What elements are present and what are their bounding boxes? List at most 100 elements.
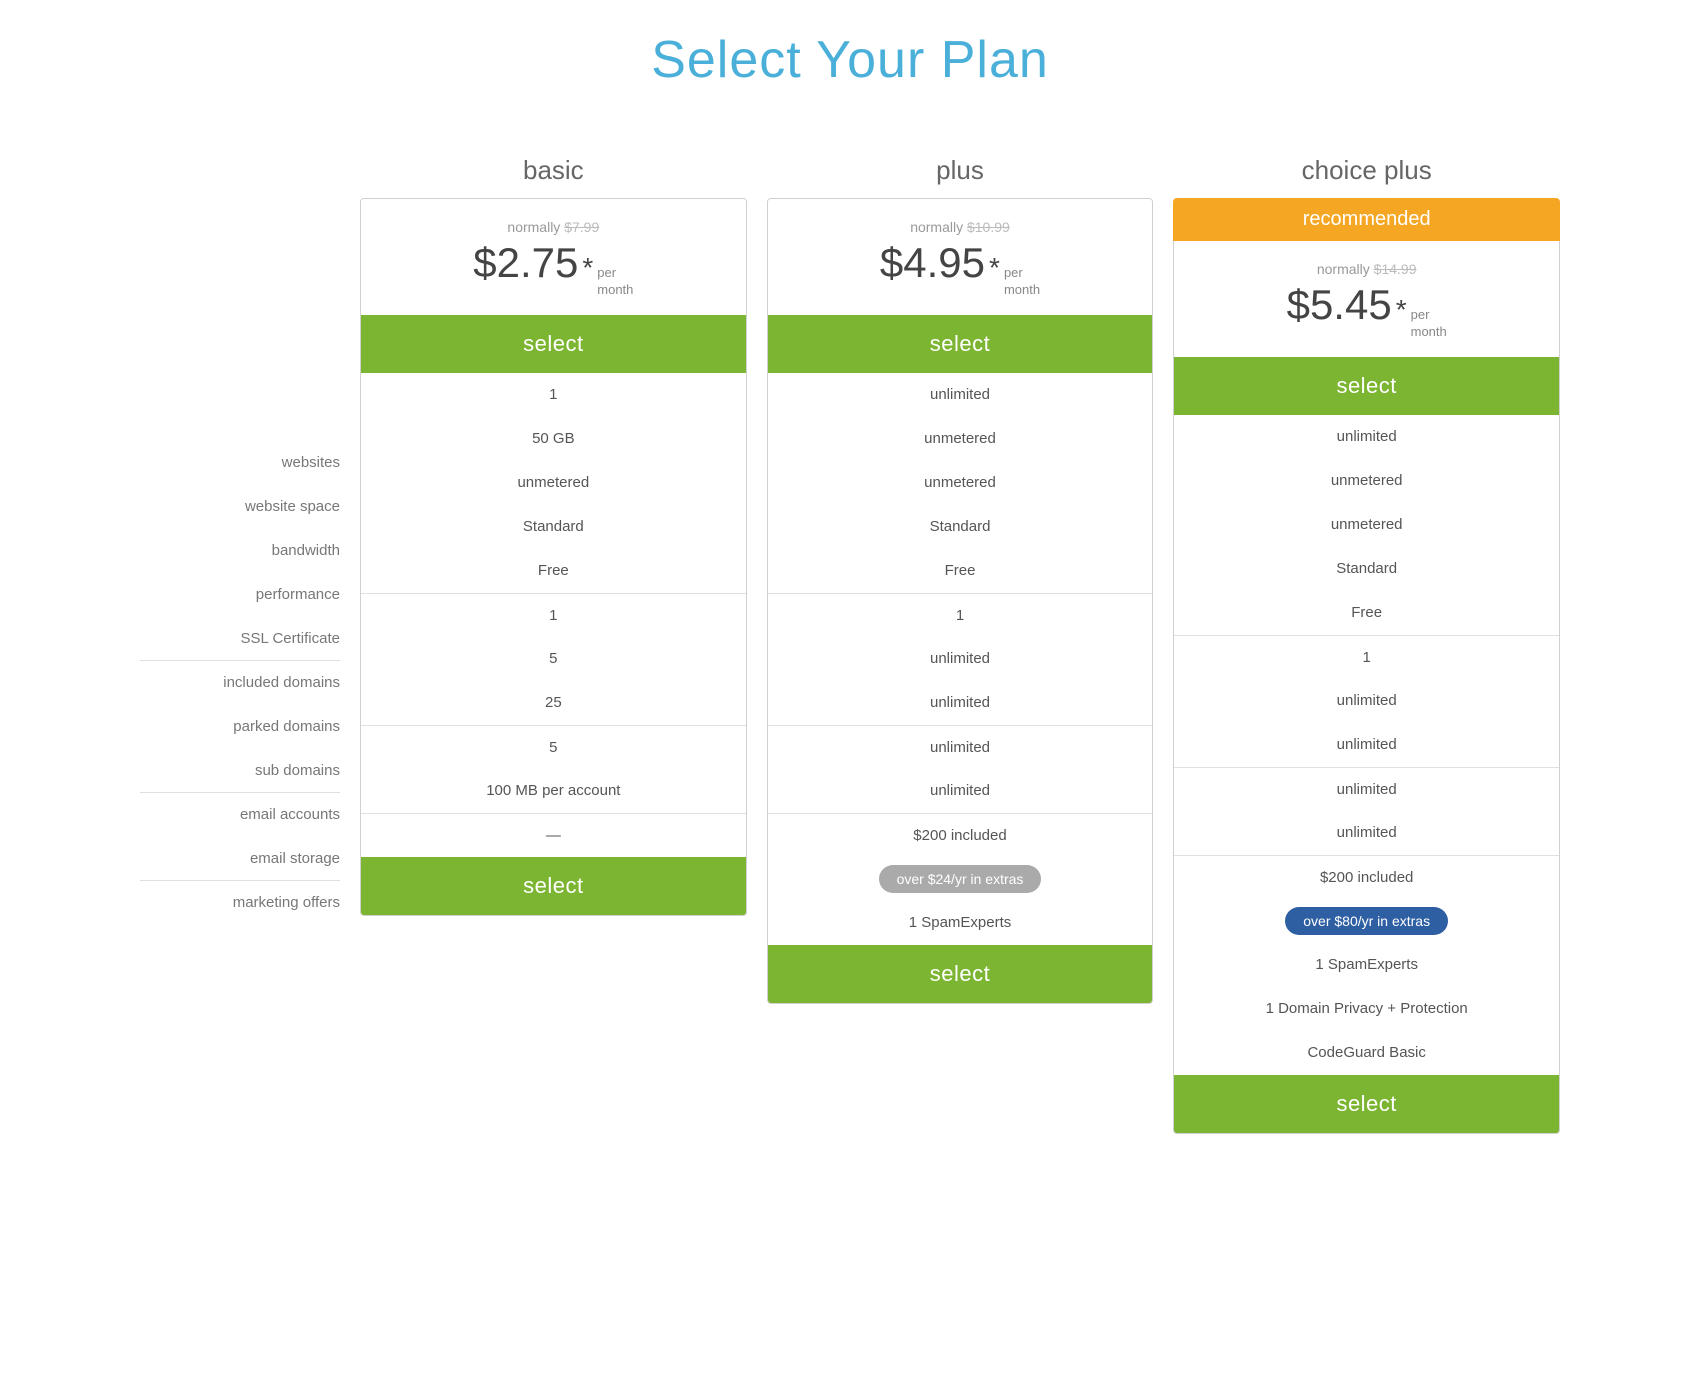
choice-plus-websites: unlimited xyxy=(1174,415,1559,459)
basic-card: normally $7.99 $2.75 * permonth select 1… xyxy=(360,198,747,916)
basic-performance: Standard xyxy=(361,505,746,549)
basic-plan-name: basic xyxy=(360,150,747,190)
basic-price-line: $2.75 * permonth xyxy=(377,239,730,299)
label-performance: performance xyxy=(140,572,340,616)
page-title: Select Your Plan xyxy=(0,30,1700,90)
choice-plus-parked-domains: unlimited xyxy=(1174,679,1559,723)
plus-select-bottom[interactable]: select xyxy=(768,945,1153,1003)
basic-included-domains: 1 xyxy=(361,593,746,637)
choice-plus-domain-privacy: 1 Domain Privacy + Protection xyxy=(1174,987,1559,1031)
plus-features: unlimited unmetered unmetered Standard F… xyxy=(768,373,1153,945)
plus-price: $4.95 xyxy=(880,239,985,287)
basic-normally: normally $7.99 xyxy=(377,219,730,235)
basic-price-section: normally $7.99 $2.75 * permonth xyxy=(361,199,746,299)
plus-extras-badge-row: over $24/yr in extras xyxy=(768,857,1153,901)
choice-plus-price-line: $5.45 * permonth xyxy=(1190,281,1543,341)
pricing-wrapper: websites website space bandwidth perform… xyxy=(0,150,1700,1134)
choice-plus-features: unlimited unmetered unmetered Standard F… xyxy=(1174,415,1559,1075)
plan-basic: basic normally $7.99 $2.75 * permonth se… xyxy=(360,150,747,916)
choice-plus-codeguard: CodeGuard Basic xyxy=(1174,1031,1559,1075)
choice-plus-codeguard-label: CodeGuard Basic xyxy=(1307,1044,1425,1061)
plus-websites: unlimited xyxy=(768,373,1153,417)
basic-email-storage: 100 MB per account xyxy=(361,769,746,813)
choice-plus-normally: normally $14.99 xyxy=(1190,261,1543,277)
choice-plus-normal-price: $14.99 xyxy=(1374,261,1417,277)
plus-sub-domains: unlimited xyxy=(768,681,1153,725)
basic-ssl: Free xyxy=(361,549,746,593)
basic-select-top[interactable]: select xyxy=(361,315,746,373)
plus-parked-domains: unlimited xyxy=(768,637,1153,681)
label-email-accounts: email accounts xyxy=(140,792,340,836)
choice-plus-domain-privacy-label: 1 Domain Privacy + Protection xyxy=(1266,1000,1468,1017)
plus-spam-label: 1 SpamExperts xyxy=(909,914,1012,931)
plus-normal-price: $10.99 xyxy=(967,219,1010,235)
choice-plus-select-bottom[interactable]: select xyxy=(1174,1075,1559,1133)
choice-plus-sub-domains: unlimited xyxy=(1174,723,1559,767)
labels-column: websites website space bandwidth perform… xyxy=(140,150,360,924)
plus-price-section: normally $10.99 $4.95 * permonth xyxy=(768,199,1153,299)
plus-plan-name: plus xyxy=(767,150,1154,190)
basic-features: 1 50 GB unmetered Standard Free 1 5 25 5… xyxy=(361,373,746,857)
plans-area: basic normally $7.99 $2.75 * permonth se… xyxy=(360,150,1560,1134)
plus-price-line: $4.95 * permonth xyxy=(784,239,1137,299)
label-email-storage: email storage xyxy=(140,836,340,880)
choice-plus-select-top[interactable]: select xyxy=(1174,357,1559,415)
plan-choice-plus: choice plus recommended normally $14.99 … xyxy=(1173,150,1560,1134)
recommended-badge: recommended xyxy=(1173,198,1560,241)
choice-plus-included-domains: 1 xyxy=(1174,635,1559,679)
choice-plus-spam-label: 1 SpamExperts xyxy=(1315,956,1418,973)
plus-asterisk: * xyxy=(989,252,1000,284)
plus-ssl: Free xyxy=(768,549,1153,593)
plus-included-domains: 1 xyxy=(768,593,1153,637)
basic-parked-domains: 5 xyxy=(361,637,746,681)
label-parked-domains: parked domains xyxy=(140,704,340,748)
plus-performance: Standard xyxy=(768,505,1153,549)
choice-plus-email-storage: unlimited xyxy=(1174,811,1559,855)
choice-plus-website-space: unmetered xyxy=(1174,459,1559,503)
basic-websites: 1 xyxy=(361,373,746,417)
plus-select-top[interactable]: select xyxy=(768,315,1153,373)
label-marketing-offers: marketing offers xyxy=(140,880,340,924)
basic-marketing: — xyxy=(361,813,746,857)
choice-plus-email-accounts: unlimited xyxy=(1174,767,1559,811)
plus-marketing: $200 included xyxy=(768,813,1153,857)
label-bandwidth: bandwidth xyxy=(140,528,340,572)
choice-plus-per-month: permonth xyxy=(1411,307,1447,341)
label-included-domains: included domains xyxy=(140,660,340,704)
basic-asterisk: * xyxy=(582,252,593,284)
plus-spam-experts: 1 SpamExperts xyxy=(768,901,1153,945)
plus-email-accounts: unlimited xyxy=(768,725,1153,769)
choice-plus-ssl: Free xyxy=(1174,591,1559,635)
choice-plus-plan-name: choice plus xyxy=(1173,150,1560,190)
basic-per-month: permonth xyxy=(597,265,633,299)
choice-plus-price: $5.45 xyxy=(1287,281,1392,329)
choice-plus-asterisk: * xyxy=(1396,294,1407,326)
basic-price: $2.75 xyxy=(473,239,578,287)
basic-website-space: 50 GB xyxy=(361,417,746,461)
choice-plus-price-section: normally $14.99 $5.45 * permonth xyxy=(1174,241,1559,341)
basic-normal-price: $7.99 xyxy=(564,219,599,235)
choice-plus-marketing: $200 included xyxy=(1174,855,1559,899)
label-websites: websites xyxy=(140,440,340,484)
plus-email-storage: unlimited xyxy=(768,769,1153,813)
choice-plus-bandwidth: unmetered xyxy=(1174,503,1559,547)
choice-plus-card: normally $14.99 $5.45 * permonth select … xyxy=(1173,241,1560,1134)
choice-plus-extras-badge-row: over $80/yr in extras xyxy=(1174,899,1559,943)
basic-bandwidth: unmetered xyxy=(361,461,746,505)
plus-per-month: permonth xyxy=(1004,265,1040,299)
choice-plus-spam: 1 SpamExperts xyxy=(1174,943,1559,987)
label-sub-domains: sub domains xyxy=(140,748,340,792)
plus-website-space: unmetered xyxy=(768,417,1153,461)
plan-plus: plus normally $10.99 $4.95 * permonth se… xyxy=(767,150,1154,1004)
plus-extras-badge: over $24/yr in extras xyxy=(879,865,1042,893)
plus-bandwidth: unmetered xyxy=(768,461,1153,505)
choice-plus-performance: Standard xyxy=(1174,547,1559,591)
choice-plus-extras-badge: over $80/yr in extras xyxy=(1285,907,1448,935)
label-ssl: SSL Certificate xyxy=(140,616,340,660)
basic-sub-domains: 25 xyxy=(361,681,746,725)
plus-normally: normally $10.99 xyxy=(784,219,1137,235)
basic-select-bottom[interactable]: select xyxy=(361,857,746,915)
basic-email-accounts: 5 xyxy=(361,725,746,769)
label-website-space: website space xyxy=(140,484,340,528)
plus-card: normally $10.99 $4.95 * permonth select … xyxy=(767,198,1154,1004)
